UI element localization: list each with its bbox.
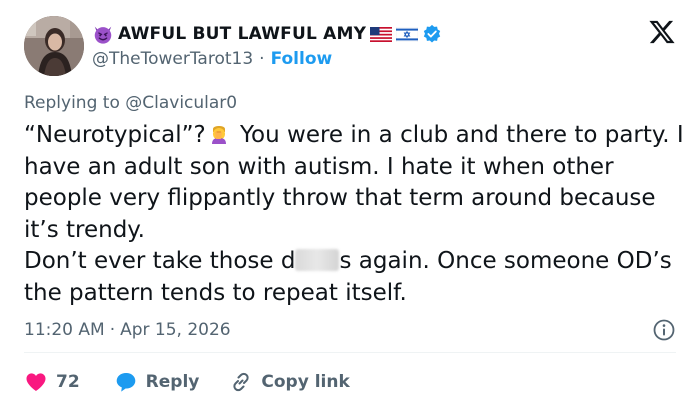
- x-logo-icon[interactable]: [648, 18, 676, 46]
- reply-button[interactable]: Reply: [114, 370, 200, 394]
- tweet-text-segment: Don’t ever take those d: [24, 248, 296, 275]
- follow-button[interactable]: Follow: [271, 49, 333, 69]
- blurred-word: [295, 249, 340, 272]
- us-flag-icon: [370, 26, 393, 42]
- like-button[interactable]: 72: [24, 370, 80, 394]
- timestamp-row: 11:20 AM · Apr 15, 2026: [24, 318, 676, 342]
- tweet-paragraph-1: “Neurotypical”? You were in a club and t…: [24, 120, 684, 246]
- israel-flag-icon: [396, 26, 419, 42]
- like-count: 72: [56, 372, 80, 392]
- timestamp-date[interactable]: Apr 15, 2026: [120, 320, 231, 340]
- tweet-text-segment: “Neurotypical”?: [24, 122, 206, 148]
- handle-separator: ·: [259, 49, 265, 69]
- reply-mention-link[interactable]: @Clavicular0: [125, 93, 237, 113]
- facepalm-emoji-icon: [211, 126, 226, 144]
- avatar[interactable]: [24, 16, 84, 76]
- divider: [24, 352, 676, 353]
- copy-link-label: Copy link: [261, 372, 350, 392]
- reply-context-prefix: Replying to: [24, 93, 120, 113]
- avatar-photo: [24, 16, 84, 76]
- heart-icon: [26, 373, 46, 391]
- reply-label: Reply: [145, 372, 200, 392]
- reply-bubble-icon: [116, 373, 135, 392]
- action-bar: 72 Reply Copy link: [24, 368, 350, 396]
- link-icon: [233, 372, 249, 392]
- tweet-text: “Neurotypical”? You were in a club and t…: [24, 120, 684, 310]
- smiling-devil-icon: [94, 26, 112, 44]
- copy-link-button[interactable]: Copy link: [229, 370, 350, 394]
- timestamp-separator: ·: [109, 320, 116, 340]
- verified-badge-icon[interactable]: [422, 24, 442, 44]
- handle-row: @TheTowerTarot13 · Follow: [92, 48, 332, 70]
- tweet-paragraph-2: Don’t ever take those ds again. Once som…: [24, 246, 684, 309]
- author-handle[interactable]: @TheTowerTarot13: [92, 49, 253, 69]
- author-name-row: AWFUL BUT LAWFUL AMY: [92, 20, 442, 48]
- info-icon[interactable]: [652, 318, 676, 342]
- display-name[interactable]: AWFUL BUT LAWFUL AMY: [118, 24, 366, 44]
- tweet-card: AWFUL BUT LAWFUL AMY @TheTowerTarot13 · …: [0, 0, 700, 410]
- timestamp-time[interactable]: 11:20 AM: [24, 320, 105, 340]
- reply-context: Replying to @Clavicular0: [24, 93, 237, 113]
